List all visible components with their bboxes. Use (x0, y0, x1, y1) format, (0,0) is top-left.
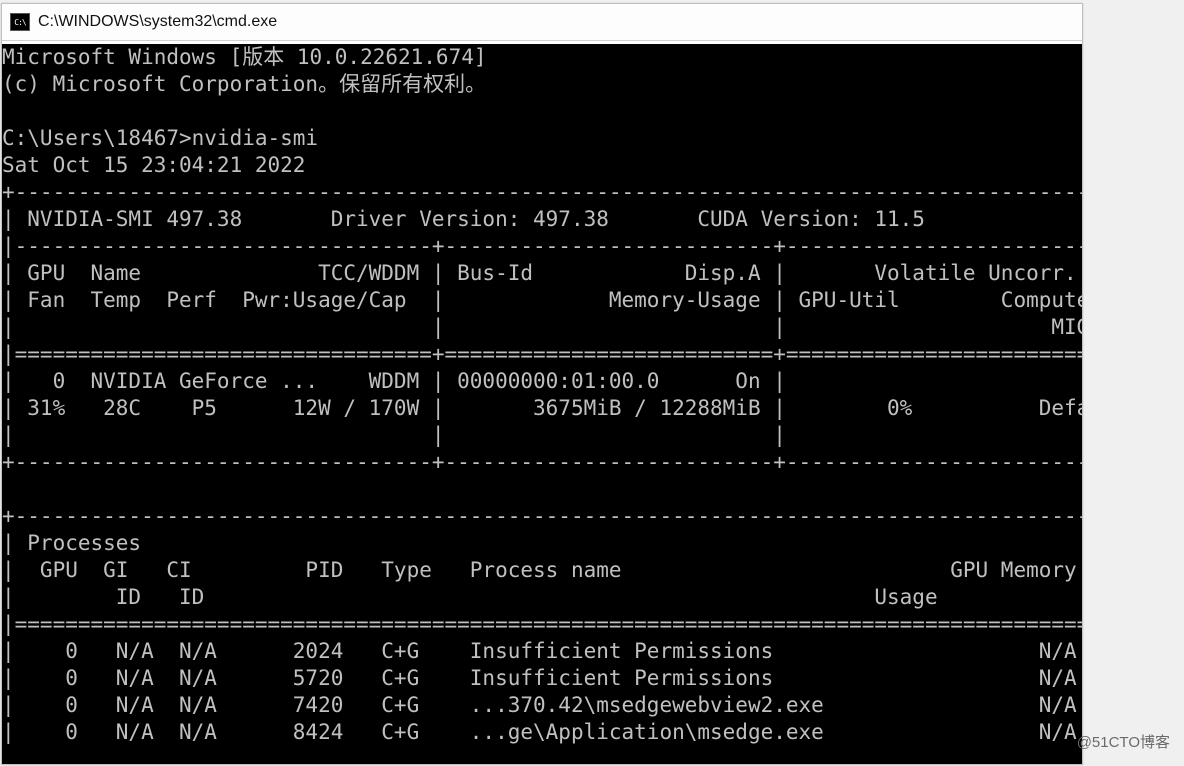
window-title: C:\WINDOWS\system32\cmd.exe (38, 13, 277, 31)
cmd-icon: C:\ (10, 13, 30, 31)
watermark: @51CTO博客 (1077, 731, 1170, 752)
cmd-icon-label: C:\ (14, 18, 25, 27)
titlebar[interactable]: C:\ C:\WINDOWS\system32\cmd.exe (2, 4, 1082, 41)
cmd-window: C:\ C:\WINDOWS\system32\cmd.exe Microsof… (1, 3, 1083, 765)
terminal-output[interactable]: Microsoft Windows [版本 10.0.22621.674] (c… (2, 44, 1082, 764)
